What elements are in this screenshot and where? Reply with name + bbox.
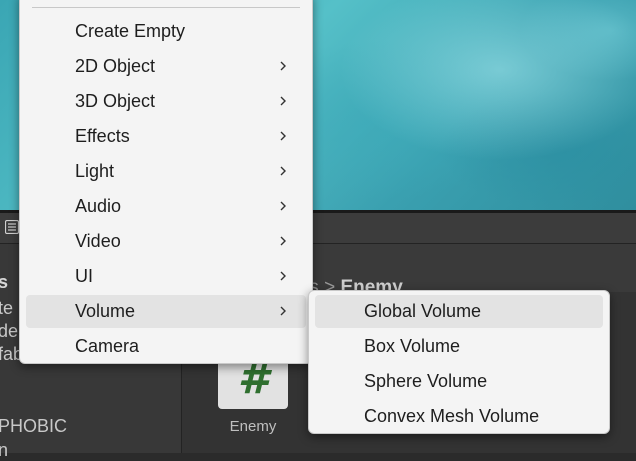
menu-item-label: Video — [75, 231, 121, 251]
menu-item-label: Light — [75, 161, 115, 181]
hierarchy-row-fragment[interactable]: n — [0, 440, 8, 461]
hierarchy-list-icon[interactable] — [5, 220, 19, 234]
menu-item-camera[interactable]: Camera — [26, 330, 306, 363]
menu-item-label: Convex Mesh Volume — [364, 406, 540, 426]
asset-label: Enemy — [229, 418, 277, 435]
volume-submenu: Global Volume Box Volume Sphere Volume C… — [308, 290, 610, 434]
chevron-right-icon — [280, 271, 286, 281]
hierarchy-title-fragment: s — [0, 272, 9, 292]
menu-item-light[interactable]: Light — [26, 155, 306, 188]
hierarchy-row-fragment[interactable]: PHOBIC — [0, 416, 67, 437]
hierarchy-row-fragment[interactable]: de — [0, 321, 18, 342]
menu-item-label: Audio — [75, 196, 122, 216]
menu-item-ui[interactable]: UI — [26, 260, 306, 293]
menu-item-label: Create Empty — [75, 21, 186, 41]
hierarchy-row-fragment[interactable]: te — [0, 298, 13, 319]
menu-item-global-volume[interactable]: Global Volume — [315, 295, 603, 328]
menu-item-audio[interactable]: Audio — [26, 190, 306, 223]
menu-item-3d-object[interactable]: 3D Object — [26, 85, 306, 118]
chevron-right-icon — [280, 61, 286, 71]
menu-item-sphere-volume[interactable]: Sphere Volume — [315, 365, 603, 398]
menu-item-label: Effects — [75, 126, 130, 146]
create-context-menu: Create Empty 2D Object 3D Object Effects… — [19, 0, 313, 364]
menu-item-2d-object[interactable]: 2D Object — [26, 50, 306, 83]
chevron-right-icon — [280, 236, 286, 246]
menu-item-convex-mesh-volume[interactable]: Convex Mesh Volume — [315, 400, 603, 433]
menu-item-label: 2D Object — [75, 56, 156, 76]
chevron-right-icon — [280, 306, 286, 316]
menu-item-label: Camera — [75, 336, 140, 356]
menu-item-video[interactable]: Video — [26, 225, 306, 258]
menu-item-label: Volume — [75, 301, 136, 321]
menu-item-create-empty[interactable]: Create Empty — [26, 15, 306, 48]
chevron-right-icon — [280, 201, 286, 211]
menu-item-label: UI — [75, 266, 93, 286]
menu-item-label: Sphere Volume — [364, 371, 488, 391]
menu-item-label: Global Volume — [364, 301, 482, 321]
menu-item-label: Box Volume — [364, 336, 461, 356]
chevron-right-icon — [280, 131, 286, 141]
chevron-right-icon — [280, 96, 286, 106]
chevron-right-icon — [280, 166, 286, 176]
menu-item-volume[interactable]: Volume — [26, 295, 306, 328]
menu-item-box-volume[interactable]: Box Volume — [315, 330, 603, 363]
menu-item-effects[interactable]: Effects — [26, 120, 306, 153]
menu-separator — [32, 7, 300, 8]
menu-item-label: 3D Object — [75, 91, 156, 111]
